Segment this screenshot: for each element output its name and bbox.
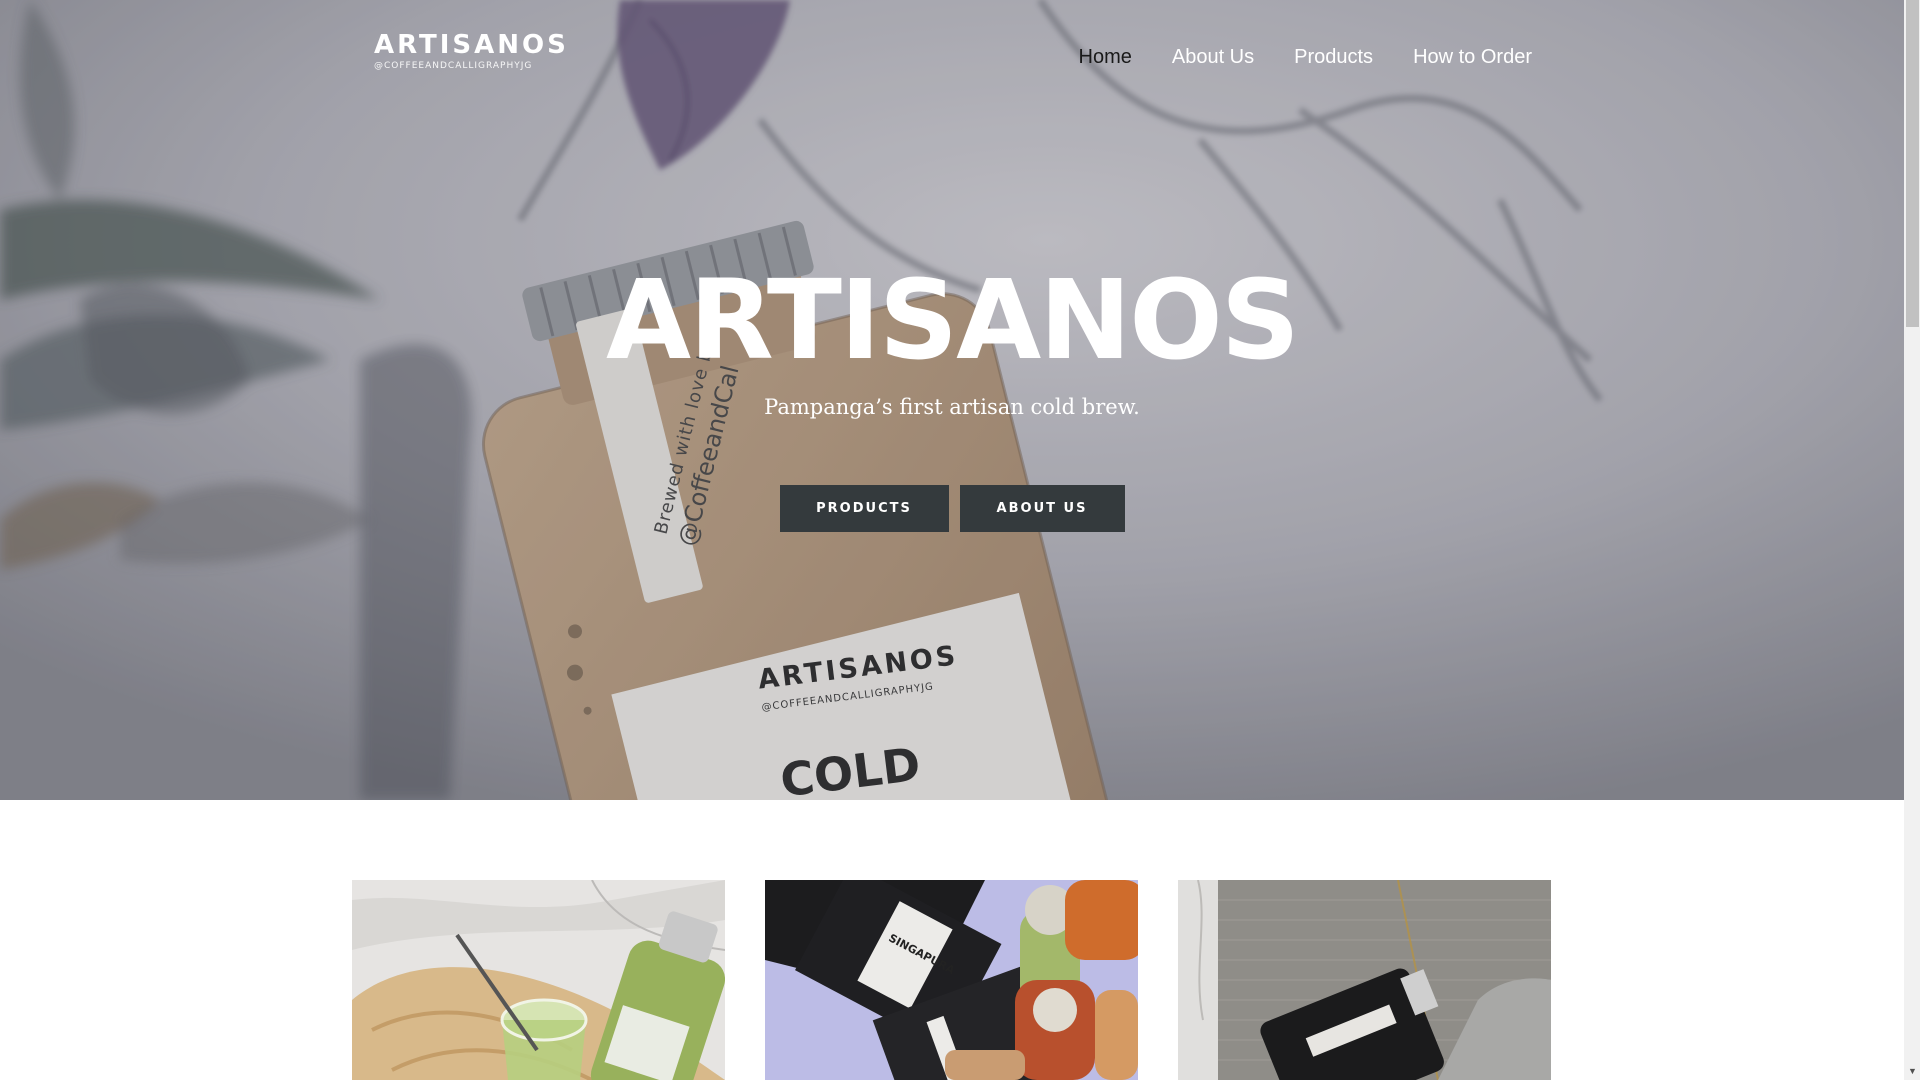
product-cards: SINGAPURA — [352, 880, 1551, 1080]
card-matcha-drink[interactable] — [352, 880, 725, 1080]
page-scrollbar[interactable]: ▼ — [1904, 0, 1920, 1080]
nav-products[interactable]: Products — [1294, 44, 1373, 70]
scrollbar-thumb[interactable] — [1906, 0, 1919, 327]
coffee-bags-bottles-photo: SINGAPURA — [765, 880, 1138, 1080]
nav-how-to-order[interactable]: How to Order — [1413, 44, 1532, 70]
about-us-button[interactable]: ABOUT US — [959, 485, 1125, 532]
card-bottle-on-fabric[interactable] — [1178, 880, 1551, 1080]
matcha-drink-photo — [352, 880, 725, 1080]
main-nav: Home About Us Products How to Order — [1079, 44, 1533, 70]
hero-subtitle: Pampanga’s first artisan cold brew. — [764, 395, 1140, 419]
hero-title: ARTISANOS — [605, 256, 1300, 384]
hero-buttons: PRODUCTS ABOUT US — [0, 485, 1904, 532]
site-logo[interactable]: ARTISANOS @COFFEEANDCALLIGRAPHYJG — [374, 30, 569, 72]
bottle-on-fabric-photo — [1178, 880, 1551, 1080]
card-coffee-bags[interactable]: SINGAPURA — [765, 880, 1138, 1080]
nav-home[interactable]: Home — [1079, 44, 1132, 70]
logo-name: ARTISANOS — [374, 30, 569, 60]
products-button[interactable]: PRODUCTS — [779, 485, 949, 532]
logo-handle: @COFFEEANDCALLIGRAPHYJG — [374, 61, 533, 71]
nav-about-us[interactable]: About Us — [1172, 44, 1254, 70]
scroll-down-arrow-icon[interactable]: ▼ — [1908, 1066, 1917, 1076]
